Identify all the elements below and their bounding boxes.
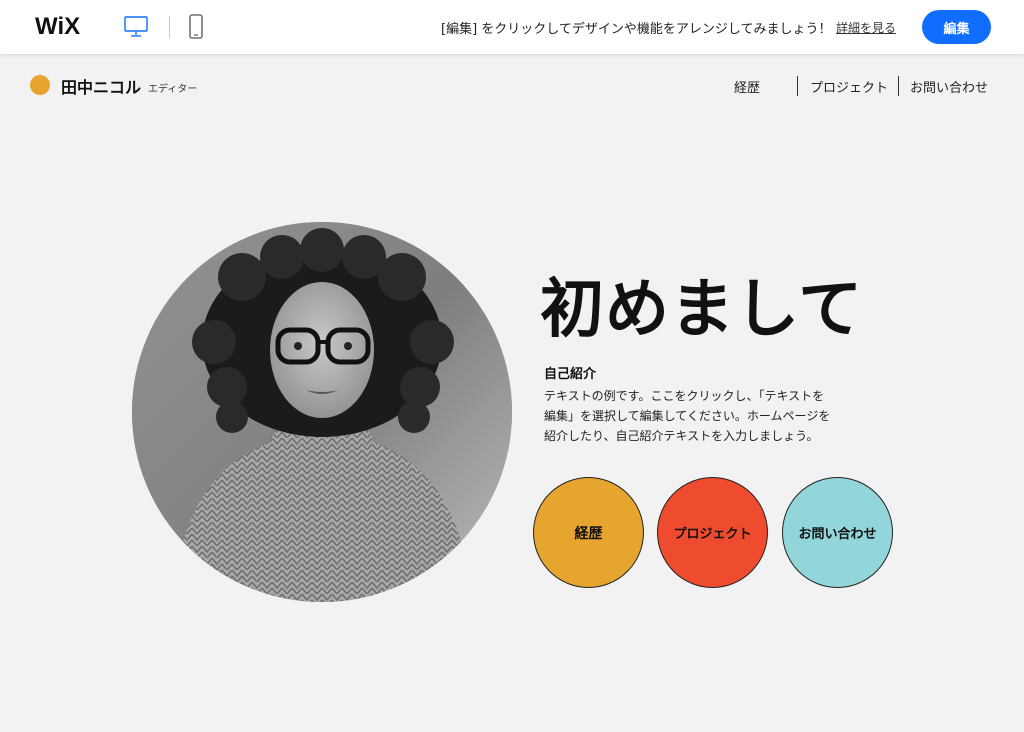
nav-divider xyxy=(898,76,899,96)
device-separator xyxy=(169,16,170,38)
desktop-icon[interactable] xyxy=(124,16,148,38)
nav-item-projects[interactable]: プロジェクト xyxy=(810,77,888,96)
about-heading: 自己紹介 xyxy=(544,367,597,382)
wix-logo[interactable]: WiX xyxy=(35,13,80,41)
about-text-line: 紹介したり、自己紹介テキストを入力しましょう。 xyxy=(544,429,819,443)
nav-item-career[interactable]: 経歴 xyxy=(734,77,760,96)
about-text-line: テキストの例です。ここをクリックし、「テキストを xyxy=(544,389,825,403)
projects-circle-button[interactable]: プロジェクト xyxy=(657,477,768,588)
nav-divider xyxy=(797,76,798,96)
about-text-line: 編集」を選択して編集してください。ホームページを xyxy=(544,409,831,423)
portrait-illustration xyxy=(132,222,512,602)
brand-dot xyxy=(30,75,50,95)
editor-top-bar: WiX [編集] をクリックしてデザインや機能をアレンジしてみましょう！ 詳細を… xyxy=(0,0,1024,54)
site-owner-role: エディター xyxy=(148,84,198,95)
profile-photo xyxy=(132,222,512,602)
contact-circle-button[interactable]: お問い合わせ xyxy=(782,477,893,588)
edit-button[interactable]: 編集 xyxy=(922,10,991,44)
career-circle-button[interactable]: 経歴 xyxy=(533,477,644,588)
site-owner-name[interactable]: 田中ニコル xyxy=(61,74,141,98)
editor-banner-text: [編集] をクリックしてデザインや機能をアレンジしてみましょう！ xyxy=(441,22,832,37)
mobile-icon[interactable] xyxy=(188,14,204,40)
nav-item-contact[interactable]: お問い合わせ xyxy=(910,77,988,96)
hero-title: 初めまして xyxy=(540,273,864,347)
about-text: テキストの例です。ここをクリックし、「テキストを 編集」を選択して編集してくださ… xyxy=(544,386,834,446)
details-link[interactable]: 詳細を見る xyxy=(836,19,896,36)
